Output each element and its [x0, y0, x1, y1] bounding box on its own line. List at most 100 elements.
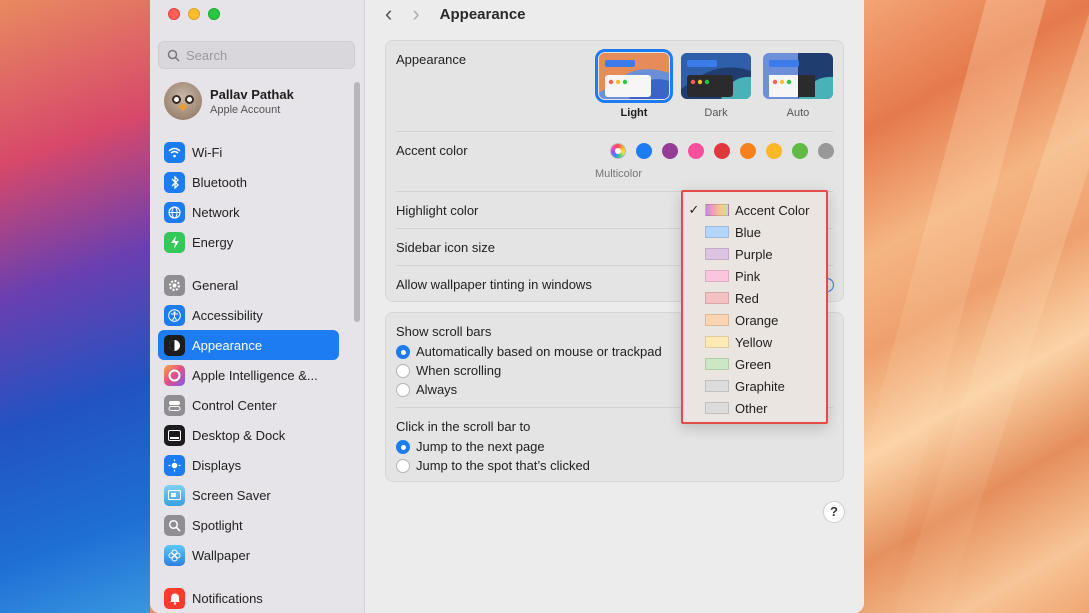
minimize-window-button[interactable]	[188, 8, 200, 20]
sidebar-item-desktop-dock[interactable]: Desktop & Dock	[158, 420, 339, 450]
sidebar-item-label: Bluetooth	[192, 174, 247, 190]
sidebar-item-apple-intelligence[interactable]: Apple Intelligence &...	[158, 360, 339, 390]
sidebar-item-label: Notifications	[192, 590, 263, 606]
sidebar-item-label: General	[192, 277, 239, 293]
accent-swatch-multicolor[interactable]	[610, 143, 626, 159]
accent-multicolor-caption: Multicolor	[594, 168, 643, 180]
color-chip	[705, 204, 729, 216]
highlight-option-red[interactable]: Red	[683, 287, 826, 309]
theme-auto-thumbnail[interactable]	[763, 53, 833, 99]
accessibility-icon	[164, 304, 185, 326]
jump-next-page-radio[interactable]: Jump to the next page	[396, 439, 545, 454]
sidebar-group-system: General Accessibility Appearance Apple Inte…	[158, 270, 339, 570]
sidebar-item-label: Accessibility	[192, 307, 263, 323]
scroll-bars-auto-radio[interactable]: Automatically based on mouse or trackpad	[396, 344, 662, 359]
account-subtitle: Apple Account	[210, 103, 281, 116]
apple-intelligence-icon	[164, 364, 185, 386]
dock-icon	[164, 424, 185, 446]
forward-button[interactable]: ›	[412, 2, 419, 26]
search-icon	[167, 49, 180, 62]
control-center-icon	[164, 394, 185, 416]
sun-icon	[164, 454, 185, 476]
desktop-wallpaper-right	[821, 0, 1089, 613]
highlight-option-accent-color[interactable]: ✓ Accent Color	[683, 199, 826, 221]
sidebar-item-label: Energy	[192, 234, 234, 250]
back-button[interactable]: ‹	[385, 2, 392, 26]
sidebar-item-network[interactable]: Network	[158, 197, 339, 227]
zoom-window-button[interactable]	[208, 8, 220, 20]
highlight-option-label: Red	[735, 290, 759, 306]
theme-dark-label: Dark	[704, 107, 728, 119]
sidebar-item-label: Wallpaper	[192, 547, 251, 563]
sidebar-item-accessibility[interactable]: Accessibility	[158, 300, 339, 330]
theme-auto-label: Auto	[786, 107, 810, 119]
jump-to-spot-radio[interactable]: Jump to the spot that’s clicked	[396, 458, 590, 473]
checkmark-icon: ✓	[688, 202, 700, 217]
sidebar-item-label: Screen Saver	[192, 487, 271, 503]
highlight-option-other[interactable]: Other	[683, 397, 826, 419]
appearance-label: Appearance	[396, 52, 467, 67]
theme-dark-thumbnail[interactable]	[681, 53, 751, 99]
accent-swatch-3[interactable]	[688, 143, 704, 159]
sidebar-item-label: Control Center	[192, 397, 277, 413]
highlight-option-blue[interactable]: Blue	[683, 221, 826, 243]
search-field[interactable]	[158, 41, 355, 69]
sidebar-item-bluetooth[interactable]: Bluetooth	[158, 167, 339, 197]
sidebar-group-notifications: Notifications	[158, 583, 339, 613]
color-chip	[705, 336, 729, 348]
gear-icon	[164, 274, 185, 296]
color-chip	[705, 314, 729, 326]
sidebar-icon-size-label: Sidebar icon size	[396, 240, 495, 255]
wifi-icon	[164, 141, 185, 163]
sidebar-item-notifications[interactable]: Notifications	[158, 583, 339, 613]
accent-swatch-5[interactable]	[740, 143, 756, 159]
highlight-option-label: Blue	[735, 224, 762, 240]
sidebar-item-energy[interactable]: Energy	[158, 227, 339, 257]
highlight-option-label: Yellow	[735, 334, 773, 350]
highlight-option-orange[interactable]: Orange	[683, 309, 826, 331]
sidebar-item-wi-fi[interactable]: Wi-Fi	[158, 137, 339, 167]
accent-swatch-1[interactable]	[636, 143, 652, 159]
highlight-option-purple[interactable]: Purple	[683, 243, 826, 265]
search-input[interactable]	[186, 47, 346, 63]
help-button[interactable]: ?	[823, 501, 845, 523]
highlight-option-label: Other	[735, 400, 768, 416]
accent-swatch-6[interactable]	[766, 143, 782, 159]
highlight-option-pink[interactable]: Pink	[683, 265, 826, 287]
highlight-option-yellow[interactable]: Yellow	[683, 331, 826, 353]
color-chip	[705, 402, 729, 414]
color-chip	[705, 380, 729, 392]
accent-swatch-8[interactable]	[818, 143, 834, 159]
color-chip	[705, 248, 729, 260]
flower-icon	[164, 544, 185, 566]
accent-swatch-4[interactable]	[714, 143, 730, 159]
click-scroll-bar-label: Click in the scroll bar to	[396, 419, 531, 434]
sidebar-item-appearance[interactable]: Appearance	[158, 330, 339, 360]
close-window-button[interactable]	[168, 8, 180, 20]
sidebar-item-wallpaper[interactable]: Wallpaper	[158, 540, 339, 570]
color-chip	[705, 292, 729, 304]
theme-light-label: Light	[620, 107, 648, 119]
sidebar-item-general[interactable]: General	[158, 270, 339, 300]
apple-account-row[interactable]: Pallav Pathak Apple Account	[164, 82, 294, 120]
highlight-option-graphite[interactable]: Graphite	[683, 375, 826, 397]
accent-swatch-2[interactable]	[662, 143, 678, 159]
theme-light-thumbnail[interactable]	[595, 49, 673, 103]
sidebar-item-screen-saver[interactable]: Screen Saver	[158, 480, 339, 510]
highlight-option-green[interactable]: Green	[683, 353, 826, 375]
sidebar-item-spotlight[interactable]: Spotlight	[158, 510, 339, 540]
scroll-bars-when-scrolling-radio[interactable]: When scrolling	[396, 363, 501, 378]
sidebar-scrollbar[interactable]	[354, 82, 360, 322]
screen-saver-icon	[164, 484, 185, 506]
scroll-bars-always-radio[interactable]: Always	[396, 382, 457, 397]
highlight-option-label: Graphite	[735, 378, 785, 394]
accent-swatch-7[interactable]	[792, 143, 808, 159]
toolbar: ‹ › Appearance	[385, 2, 526, 26]
magnifier-icon	[164, 514, 185, 536]
show-scroll-bars-label: Show scroll bars	[396, 324, 492, 339]
page-title: Appearance	[439, 5, 526, 23]
sidebar-item-displays[interactable]: Displays	[158, 450, 339, 480]
color-chip	[705, 358, 729, 370]
sidebar-item-control-center[interactable]: Control Center	[158, 390, 339, 420]
color-chip	[705, 226, 729, 238]
